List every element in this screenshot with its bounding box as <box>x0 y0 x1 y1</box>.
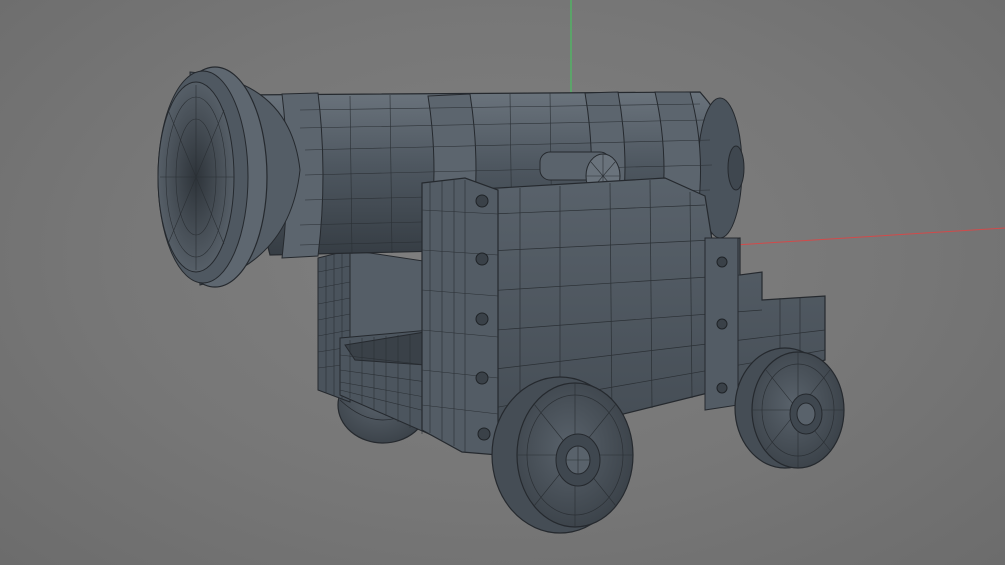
rear-right-wheel[interactable] <box>734 347 845 469</box>
front-wheel-hub <box>555 433 601 487</box>
bolt <box>475 371 489 385</box>
front-wheel[interactable] <box>491 376 634 534</box>
bolt <box>716 318 728 330</box>
bolt <box>475 312 489 326</box>
bolt <box>475 252 489 266</box>
3d-viewport[interactable] <box>0 0 1005 565</box>
rear-wheel-hub <box>789 393 823 435</box>
bolt <box>716 382 728 394</box>
bolt <box>716 256 728 268</box>
bolt <box>477 427 491 441</box>
bolt <box>475 194 489 208</box>
x-axis-line <box>734 227 1005 246</box>
